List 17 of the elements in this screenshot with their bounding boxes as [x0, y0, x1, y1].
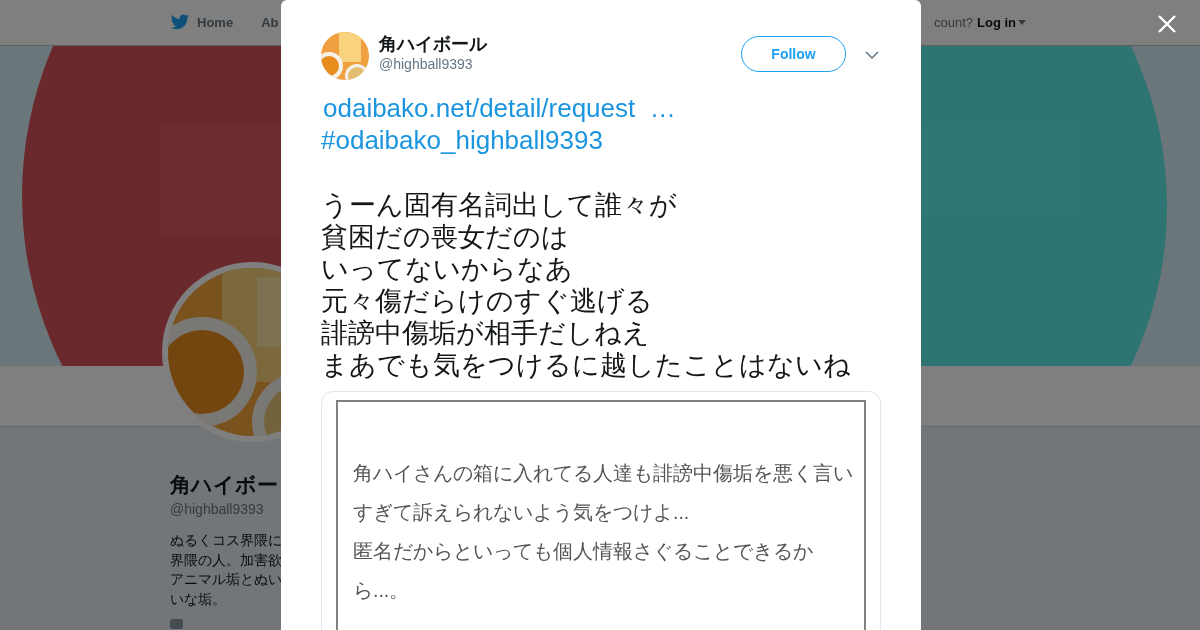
- bird-icon: [170, 14, 190, 31]
- screenshot-text: すぎて訴えられないよう気をつけよ...: [353, 500, 691, 525]
- nav-link[interactable]: Ab: [261, 14, 279, 31]
- nav-link[interactable]: Home: [170, 14, 234, 31]
- bio-text: アニマル垢とぬい: [170, 570, 282, 589]
- profile-handle: @highball9393: [170, 501, 264, 517]
- profile-name: 角ハイボー: [170, 472, 278, 498]
- bio-text: 界隈の人。加害欲: [170, 550, 282, 570]
- caret-icon: [1018, 20, 1026, 25]
- screenshot-text: 角ハイさんの箱に入れてる人達も誹謗中傷垢を悪く言い: [353, 461, 854, 486]
- bio-text: ぬるくコス界隈に: [170, 531, 282, 550]
- screenshot-text: ら...。: [353, 578, 411, 603]
- login-prompt: count?: [933, 15, 973, 30]
- close-icon[interactable]: [1157, 14, 1177, 34]
- screenshot-text: 匿名だからといっても個人情報さぐることできるか: [353, 539, 814, 564]
- login-link[interactable]: Log in: [977, 15, 1026, 30]
- bio-text: いな垢。: [170, 589, 226, 609]
